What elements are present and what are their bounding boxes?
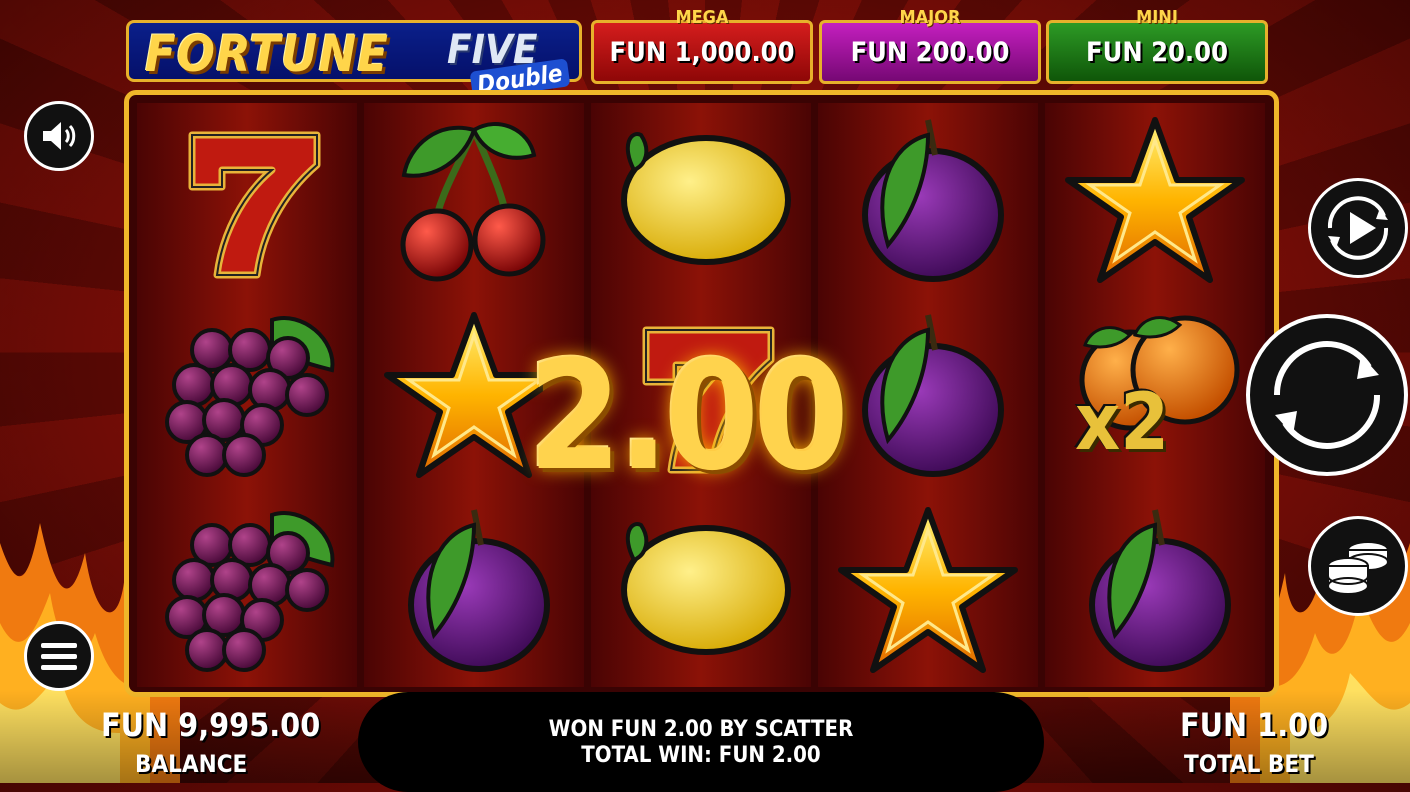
star-scatter-icon (1045, 103, 1265, 297)
jackpot-mega-label: MEGA (675, 7, 729, 28)
seven-icon (137, 103, 357, 297)
reel-5: x2 (1045, 103, 1265, 687)
menu-button[interactable] (24, 621, 94, 691)
plum-icon (1045, 493, 1265, 687)
orange-x2-icon: x2 (1045, 298, 1265, 492)
grapes-icon (137, 493, 357, 687)
star-scatter-icon (818, 493, 1038, 687)
win-amount-overlay: 2.00 (528, 330, 849, 504)
total-bet-value: FUN 1.00 (1180, 706, 1329, 744)
grapes-icon (137, 298, 357, 492)
game-logo: FORTUNE FIVE Double (126, 20, 582, 100)
logo-word-fortune: FORTUNE (145, 25, 389, 83)
autoplay-icon (1327, 196, 1389, 260)
sound-button[interactable] (24, 101, 94, 171)
reel-1 (137, 103, 357, 687)
cherry-icon (364, 103, 584, 297)
jackpot-major: MAJOR FUN 200.00 (819, 7, 1041, 84)
spin-button[interactable] (1246, 314, 1408, 476)
plum-icon (818, 298, 1038, 492)
plum-icon (818, 103, 1038, 297)
lemon-icon (591, 103, 811, 297)
jackpot-major-value: FUN 200.00 (850, 37, 1010, 68)
message-panel (358, 692, 1044, 792)
balance-label: BALANCE (135, 750, 248, 778)
plum-icon (364, 493, 584, 687)
multiplier-label: x2 (1075, 378, 1170, 468)
lemon-icon (591, 493, 811, 687)
jackpot-mini: MINI FUN 20.00 (1046, 7, 1268, 84)
total-bet-label: TOTAL BET (1184, 750, 1314, 778)
jackpot-mini-value: FUN 20.00 (1086, 37, 1228, 68)
jackpot-mega-value: FUN 1,000.00 (609, 37, 795, 68)
jackpot-mini-label: MINI (1136, 7, 1178, 28)
win-message: WON FUN 2.00 BY SCATTER (548, 717, 854, 742)
jackpot-major-label: MAJOR (899, 7, 961, 28)
bet-coins-icon (1327, 541, 1389, 595)
total-win-message: TOTAL WIN: FUN 2.00 (581, 743, 821, 768)
spin-icon (1273, 341, 1381, 449)
sound-icon (43, 122, 76, 150)
autoplay-button[interactable] (1308, 178, 1408, 278)
menu-icon (41, 643, 77, 670)
balance-value: FUN 9,995.00 (101, 706, 321, 744)
bet-button[interactable] (1308, 516, 1408, 616)
reel-4 (818, 103, 1038, 687)
jackpot-mega: MEGA FUN 1,000.00 (591, 7, 813, 84)
